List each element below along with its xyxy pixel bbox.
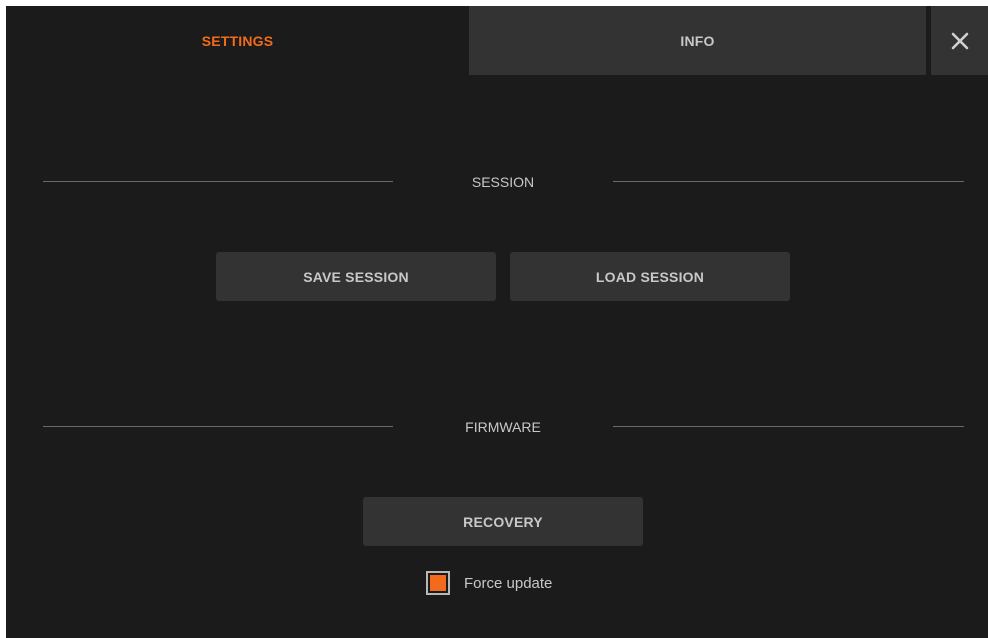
tab-info[interactable]: INFO bbox=[469, 6, 926, 75]
session-section-header: SESSION bbox=[43, 172, 964, 192]
save-session-button[interactable]: SAVE SESSION bbox=[216, 252, 496, 301]
divider bbox=[43, 426, 393, 427]
save-session-label: SAVE SESSION bbox=[303, 268, 409, 285]
tab-info-label: INFO bbox=[680, 32, 715, 49]
recovery-button[interactable]: RECOVERY bbox=[363, 497, 643, 546]
force-update-label: Force update bbox=[464, 574, 553, 592]
force-update-option[interactable]: Force update bbox=[426, 568, 552, 598]
session-title: SESSION bbox=[471, 174, 535, 190]
firmware-title: FIRMWARE bbox=[465, 419, 541, 435]
divider bbox=[43, 181, 393, 182]
recovery-label: RECOVERY bbox=[463, 513, 543, 530]
divider bbox=[613, 426, 964, 427]
close-button[interactable] bbox=[931, 6, 988, 75]
tab-settings[interactable]: SETTINGS bbox=[6, 6, 469, 75]
close-icon bbox=[951, 32, 968, 49]
checkbox-checked-fill bbox=[430, 575, 446, 591]
force-update-checkbox[interactable] bbox=[426, 571, 450, 595]
load-session-label: LOAD SESSION bbox=[595, 268, 705, 285]
settings-dialog: SETTINGS INFO SESSION SAVE SESSION LOAD … bbox=[6, 6, 988, 638]
divider bbox=[613, 181, 964, 182]
tab-settings-label: SETTINGS bbox=[201, 32, 274, 49]
firmware-section-header: FIRMWARE bbox=[43, 417, 964, 437]
load-session-button[interactable]: LOAD SESSION bbox=[510, 252, 790, 301]
